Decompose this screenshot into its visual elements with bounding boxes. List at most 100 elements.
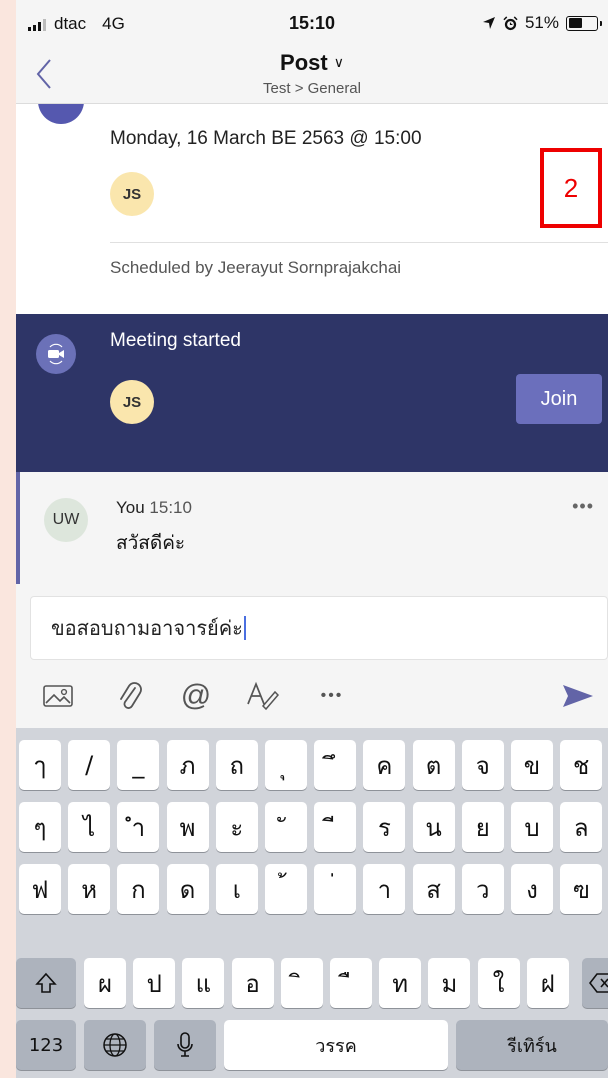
- keyboard-key[interactable]: ส: [412, 864, 455, 914]
- reply-message: UW You 15:10 สวัสดีค่ะ •••: [16, 472, 608, 584]
- meeting-started-label: Meeting started: [110, 330, 241, 351]
- join-button[interactable]: Join: [516, 374, 602, 424]
- globe-icon: [103, 1033, 127, 1057]
- shift-key[interactable]: [16, 958, 76, 1008]
- battery-percent: 51%: [524, 13, 559, 32]
- keyboard-key[interactable]: ก: [117, 864, 160, 914]
- keyboard-key[interactable]: ง: [511, 864, 553, 914]
- page-title[interactable]: Post ∨: [16, 50, 608, 76]
- delete-icon: [589, 973, 608, 993]
- compose-toolbar: @ •••: [16, 676, 608, 716]
- image-icon[interactable]: [38, 676, 78, 716]
- keyboard-key[interactable]: ๆ: [19, 802, 61, 852]
- keyboard-key[interactable]: ต: [412, 740, 455, 790]
- keyboard-key[interactable]: น: [412, 802, 455, 852]
- keyboard-key[interactable]: ๅ: [19, 740, 61, 790]
- shift-icon: [35, 972, 57, 993]
- keyboard-key[interactable]: ้: [265, 864, 307, 914]
- keyboard-key[interactable]: ม: [428, 958, 471, 1008]
- alarm-icon: [503, 15, 518, 30]
- keyboard-key[interactable]: ท: [379, 958, 422, 1008]
- keyboard-key[interactable]: ร: [363, 802, 406, 852]
- format-icon[interactable]: [242, 676, 282, 716]
- keyboard-key[interactable]: ล: [560, 802, 603, 852]
- nav-bar: Post ∨ Test > General: [16, 46, 608, 104]
- keyboard-key[interactable]: ภ: [166, 740, 209, 790]
- keyboard-key[interactable]: ห: [68, 864, 111, 914]
- status-right: 51%: [482, 13, 602, 33]
- keyboard-key[interactable]: ี: [314, 802, 357, 852]
- attach-icon[interactable]: [110, 676, 150, 716]
- keyboard-key[interactable]: อ: [231, 958, 274, 1008]
- keyboard-key[interactable]: ิ: [280, 958, 323, 1008]
- chevron-down-icon: ∨: [333, 54, 344, 70]
- keyboard-key[interactable]: จ: [461, 740, 504, 790]
- more-options-button[interactable]: •••: [572, 496, 594, 517]
- keyboard-key[interactable]: ุ: [265, 740, 307, 790]
- reply-input[interactable]: ขอสอบถามอาจารย์ค่ะ: [30, 596, 608, 660]
- keyboard-key[interactable]: า: [363, 864, 406, 914]
- keyboard-key[interactable]: ผ: [84, 958, 126, 1008]
- message-author: You 15:10: [116, 498, 192, 518]
- avatar[interactable]: UW: [44, 498, 88, 542]
- keyboard-key[interactable]: ค: [363, 740, 406, 790]
- keyboard-key[interactable]: ึ: [314, 740, 357, 790]
- keyboard-key[interactable]: /: [68, 740, 111, 790]
- keyboard-key[interactable]: ป: [133, 958, 176, 1008]
- divider: [110, 242, 608, 243]
- keyboard-key[interactable]: เ: [215, 864, 258, 914]
- return-key[interactable]: รีเทิร์น: [456, 1020, 608, 1070]
- mention-icon[interactable]: @: [176, 676, 216, 716]
- mic-icon: [177, 1032, 193, 1057]
- status-bar: dtac 4G 15:10 51%: [16, 0, 608, 46]
- space-key[interactable]: วรรค: [224, 1020, 448, 1070]
- avatar[interactable]: JS: [110, 380, 154, 424]
- scheduled-meeting-card: Monday, 16 March BE 2563 @ 15:00 JS Sche…: [16, 78, 608, 314]
- reply-input-text: ขอสอบถามอาจารย์ค่ะ: [51, 616, 243, 640]
- keyboard-key[interactable]: ด: [166, 864, 209, 914]
- keyboard-key[interactable]: _: [117, 740, 160, 790]
- breadcrumb: Test > General: [263, 80, 361, 97]
- mic-key[interactable]: [154, 1020, 216, 1070]
- globe-key[interactable]: [84, 1020, 146, 1070]
- meeting-started-banner: Meeting started JS Join: [16, 314, 608, 472]
- more-tools-button[interactable]: •••: [310, 676, 354, 716]
- thai-keyboard: 123 วรรค รีเทิร์น ๅ/_ภถุึคตจขชๆไำพะัีรนย…: [16, 728, 608, 1078]
- keyboard-key[interactable]: ่: [314, 864, 357, 914]
- keyboard-key[interactable]: ฟ: [19, 864, 61, 914]
- send-icon[interactable]: [558, 676, 598, 716]
- delete-key[interactable]: [582, 958, 608, 1008]
- keyboard-key[interactable]: พ: [166, 802, 209, 852]
- message-text: สวัสดีค่ะ: [116, 533, 186, 554]
- keyboard-key[interactable]: ฃ: [560, 864, 603, 914]
- battery-icon: [566, 15, 602, 31]
- author-name: You: [116, 498, 145, 517]
- text-caret: [243, 616, 246, 640]
- keyboard-key[interactable]: ช: [560, 740, 603, 790]
- keyboard-key[interactable]: ะ: [215, 802, 258, 852]
- numbers-key[interactable]: 123: [16, 1020, 76, 1070]
- camera-icon: [36, 334, 76, 374]
- keyboard-key[interactable]: ว: [461, 864, 504, 914]
- avatar[interactable]: JS: [110, 172, 154, 216]
- compose-area: ขอสอบถามอาจารย์ค่ะ @ •••: [16, 584, 608, 728]
- keyboard-key[interactable]: ใ: [477, 958, 520, 1008]
- battery-level: [568, 18, 583, 28]
- scheduled-by: Scheduled by Jeerayut Sornprajakchai: [110, 258, 402, 277]
- location-icon: [482, 17, 495, 29]
- page-title-text: Post: [280, 50, 328, 75]
- keyboard-key[interactable]: แ: [182, 958, 225, 1008]
- keyboard-key[interactable]: ั: [265, 802, 307, 852]
- keyboard-key[interactable]: ฝ: [526, 958, 569, 1008]
- keyboard-key[interactable]: ไ: [68, 802, 111, 852]
- keyboard-key[interactable]: บ: [511, 802, 553, 852]
- message-time: 15:10: [149, 498, 192, 517]
- keyboard-key[interactable]: ำ: [117, 802, 160, 852]
- meeting-date: Monday, 16 March BE 2563 @ 15:00: [110, 128, 422, 149]
- keyboard-key[interactable]: ถ: [215, 740, 258, 790]
- keyboard-key[interactable]: ย: [461, 802, 504, 852]
- keyboard-key[interactable]: ื: [330, 958, 372, 1008]
- keyboard-key[interactable]: ข: [511, 740, 553, 790]
- phone-screen: dtac 4G 15:10 51% Post ∨ Test > General M…: [16, 0, 608, 1078]
- annotation-box: 2: [540, 148, 602, 228]
